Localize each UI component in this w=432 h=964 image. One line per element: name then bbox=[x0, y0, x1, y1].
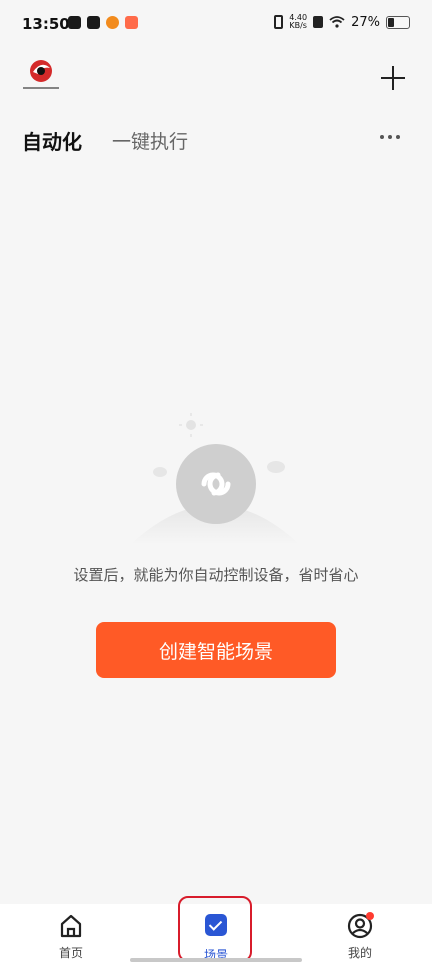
sync-illustration-icon bbox=[130, 413, 300, 545]
nav-mine-label: 我的 bbox=[347, 946, 372, 960]
notification-badge bbox=[366, 912, 374, 920]
tab-automation[interactable]: 自动化 bbox=[22, 126, 82, 155]
empty-illustration bbox=[120, 410, 310, 550]
status-time: 13:50 bbox=[22, 15, 70, 33]
create-smart-scene-button[interactable]: 创建智能场景 bbox=[96, 622, 336, 678]
add-scene-button[interactable] bbox=[378, 63, 408, 93]
more-options-button[interactable] bbox=[380, 135, 400, 139]
tiktok-icon bbox=[68, 16, 81, 29]
notification-icons bbox=[68, 16, 138, 29]
app-notification-icon bbox=[125, 16, 138, 29]
vibrate-icon bbox=[274, 15, 284, 29]
home-indicator bbox=[130, 958, 302, 962]
scene-check-icon bbox=[205, 914, 227, 936]
network-speed: 4.40 KB/s bbox=[289, 13, 308, 30]
nav-home[interactable]: 首页 bbox=[31, 912, 111, 961]
wifi-icon bbox=[329, 16, 345, 28]
scene-tabs: 自动化 一键执行 bbox=[22, 126, 188, 155]
sim-icon bbox=[313, 16, 324, 28]
battery-icon bbox=[386, 15, 410, 29]
more-icon bbox=[380, 135, 384, 139]
tab-one-click[interactable]: 一键执行 bbox=[112, 127, 188, 154]
nav-scene[interactable]: 场景 bbox=[176, 912, 256, 963]
app-notification-icon bbox=[87, 16, 100, 29]
status-bar: 13:50 4.40 KB/s 27% bbox=[0, 0, 432, 52]
nav-mine[interactable]: 我的 bbox=[320, 912, 400, 961]
app-logo bbox=[20, 58, 62, 94]
bottom-nav: 首页 场景 我的 bbox=[0, 904, 432, 964]
weibo-icon bbox=[106, 16, 119, 29]
status-right: 4.40 KB/s 27% bbox=[274, 14, 410, 30]
logo-icon bbox=[23, 60, 59, 89]
home-icon bbox=[60, 914, 82, 938]
battery-percent: 27% bbox=[351, 14, 380, 30]
nav-home-label: 首页 bbox=[58, 946, 83, 960]
empty-message: 设置后，就能为你自动控制设备，省时省心 bbox=[73, 566, 359, 584]
